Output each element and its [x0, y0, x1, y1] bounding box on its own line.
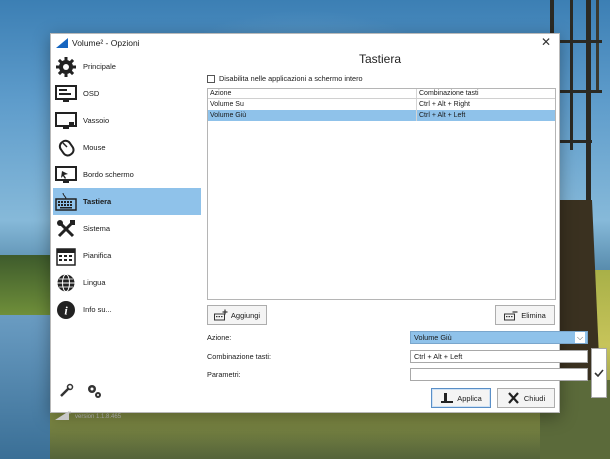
action-select-value: Volume Giù: [414, 333, 452, 342]
sidebar-item-sistema[interactable]: Sistema: [53, 215, 201, 242]
keyboard-icon: [55, 191, 77, 213]
cell-action: Volume Giù: [208, 110, 417, 121]
action-label: Azione:: [207, 333, 232, 342]
screen-edge-icon: [55, 164, 77, 186]
volume-app-icon: [56, 38, 68, 48]
page-title: Tastiera: [358, 52, 402, 66]
table-header: Azione Combinazione tasti: [208, 89, 555, 99]
keyboard-add-icon: [213, 309, 228, 321]
sidebar-item-osd[interactable]: OSD: [53, 80, 201, 107]
delete-button[interactable]: Elimina: [495, 305, 555, 325]
sidebar-item-label: Info su...: [83, 305, 112, 314]
sidebar-item-label: Pianifica: [83, 251, 112, 260]
version-info: 2 version 1.1.8.465: [55, 410, 121, 420]
sidebar-item-label: Sistema: [83, 224, 111, 233]
volume-logo-icon: 2: [55, 410, 71, 420]
cell-action: Volume Su: [208, 99, 417, 110]
add-button[interactable]: Aggiungi: [207, 305, 267, 325]
sidebar-item-label: OSD: [83, 89, 100, 98]
options-window: Volume² - Opzioni ✕ Principale OSD Vasso…: [50, 33, 607, 420]
gear-icon: [55, 56, 77, 78]
combo-field-value: Ctrl + Alt + Left: [414, 352, 463, 361]
tray-monitor-icon: [55, 110, 77, 132]
sidebar-item-vassoio[interactable]: Vassoio: [53, 107, 201, 134]
close-button[interactable]: Chiudi: [497, 388, 555, 408]
background-shore: [0, 255, 50, 315]
delete-button-label: Elimina: [521, 310, 546, 320]
svg-text:2: 2: [69, 410, 71, 415]
action-select[interactable]: Volume Giù ⌵: [410, 331, 588, 344]
sidebar-item-label: Tastiera: [83, 197, 112, 206]
cell-combo: Ctrl + Alt + Left: [419, 111, 466, 119]
column-header-combo[interactable]: Combinazione tasti: [417, 89, 555, 98]
sidebar-item-principale[interactable]: Principale: [53, 53, 201, 80]
combo-label: Combinazione tasti:: [207, 352, 272, 361]
apply-button[interactable]: Applica: [431, 388, 491, 408]
apply-button-label: Applica: [457, 393, 482, 403]
sidebar-item-label: Mouse: [83, 143, 106, 152]
sidebar-item-bordo-schermo[interactable]: Bordo schermo: [53, 161, 201, 188]
sidebar-item-tastiera[interactable]: Tastiera: [53, 188, 201, 215]
mouse-icon: [55, 137, 77, 159]
cell-combo: Ctrl + Alt + Right: [419, 100, 470, 108]
disable-fullscreen-checkbox[interactable]: [207, 74, 215, 83]
monitor-icon: [55, 83, 77, 105]
checkmark-icon: [594, 369, 604, 377]
apply-icon: [441, 393, 454, 403]
sidebar-item-label: Principale: [83, 62, 116, 71]
version-text: version 1.1.8.465: [75, 414, 122, 420]
wrench-icon[interactable]: [58, 383, 74, 399]
close-icon[interactable]: ✕: [539, 35, 553, 49]
sidebar-item-label: Lingua: [83, 278, 106, 287]
sidebar-tools: [58, 383, 102, 399]
tools-icon: [55, 218, 77, 240]
sidebar-item-pianifica[interactable]: Pianifica: [53, 242, 201, 269]
keyboard-settings-pane: Tastiera Disabilita nelle applicazioni a…: [201, 52, 607, 412]
sidebar-item-mouse[interactable]: Mouse: [53, 134, 201, 161]
globe-icon: [55, 272, 77, 294]
window-title: Volume² - Opzioni: [72, 38, 140, 48]
confirm-button[interactable]: [591, 348, 607, 398]
calendar-icon: [55, 245, 77, 267]
table-row-selected[interactable]: Volume Giù Ctrl + Alt + Left: [208, 110, 555, 121]
table-row[interactable]: Volume Su Ctrl + Alt + Right: [208, 99, 555, 110]
sidebar: Principale OSD Vassoio Mouse Bordo scher…: [51, 52, 201, 420]
background-water: [0, 315, 50, 459]
sidebar-item-info[interactable]: i Info su...: [53, 296, 201, 323]
hotkey-table: Azione Combinazione tasti Volume Su Ctrl…: [207, 88, 556, 300]
column-header-action[interactable]: Azione: [208, 89, 417, 98]
settings-gear-icon[interactable]: [86, 383, 102, 399]
title-bar: Volume² - Opzioni ✕: [51, 34, 559, 52]
add-button-label: Aggiungi: [230, 310, 261, 320]
chevron-down-icon[interactable]: ⌵: [575, 332, 585, 343]
close-x-icon: [508, 392, 519, 404]
sidebar-item-label: Vassoio: [83, 116, 110, 125]
combo-field[interactable]: Ctrl + Alt + Left: [410, 350, 588, 363]
params-label: Parametri:: [207, 370, 241, 379]
sidebar-item-label: Bordo schermo: [83, 170, 134, 179]
disable-fullscreen-label: Disabilita nelle applicazioni a schermo …: [219, 74, 363, 83]
info-icon: i: [55, 299, 77, 321]
disable-fullscreen-option[interactable]: Disabilita nelle applicazioni a schermo …: [207, 74, 363, 83]
keyboard-remove-icon: [504, 311, 518, 321]
sidebar-item-lingua[interactable]: Lingua: [53, 269, 201, 296]
close-button-label: Chiudi: [523, 393, 546, 403]
params-field[interactable]: [410, 368, 588, 381]
